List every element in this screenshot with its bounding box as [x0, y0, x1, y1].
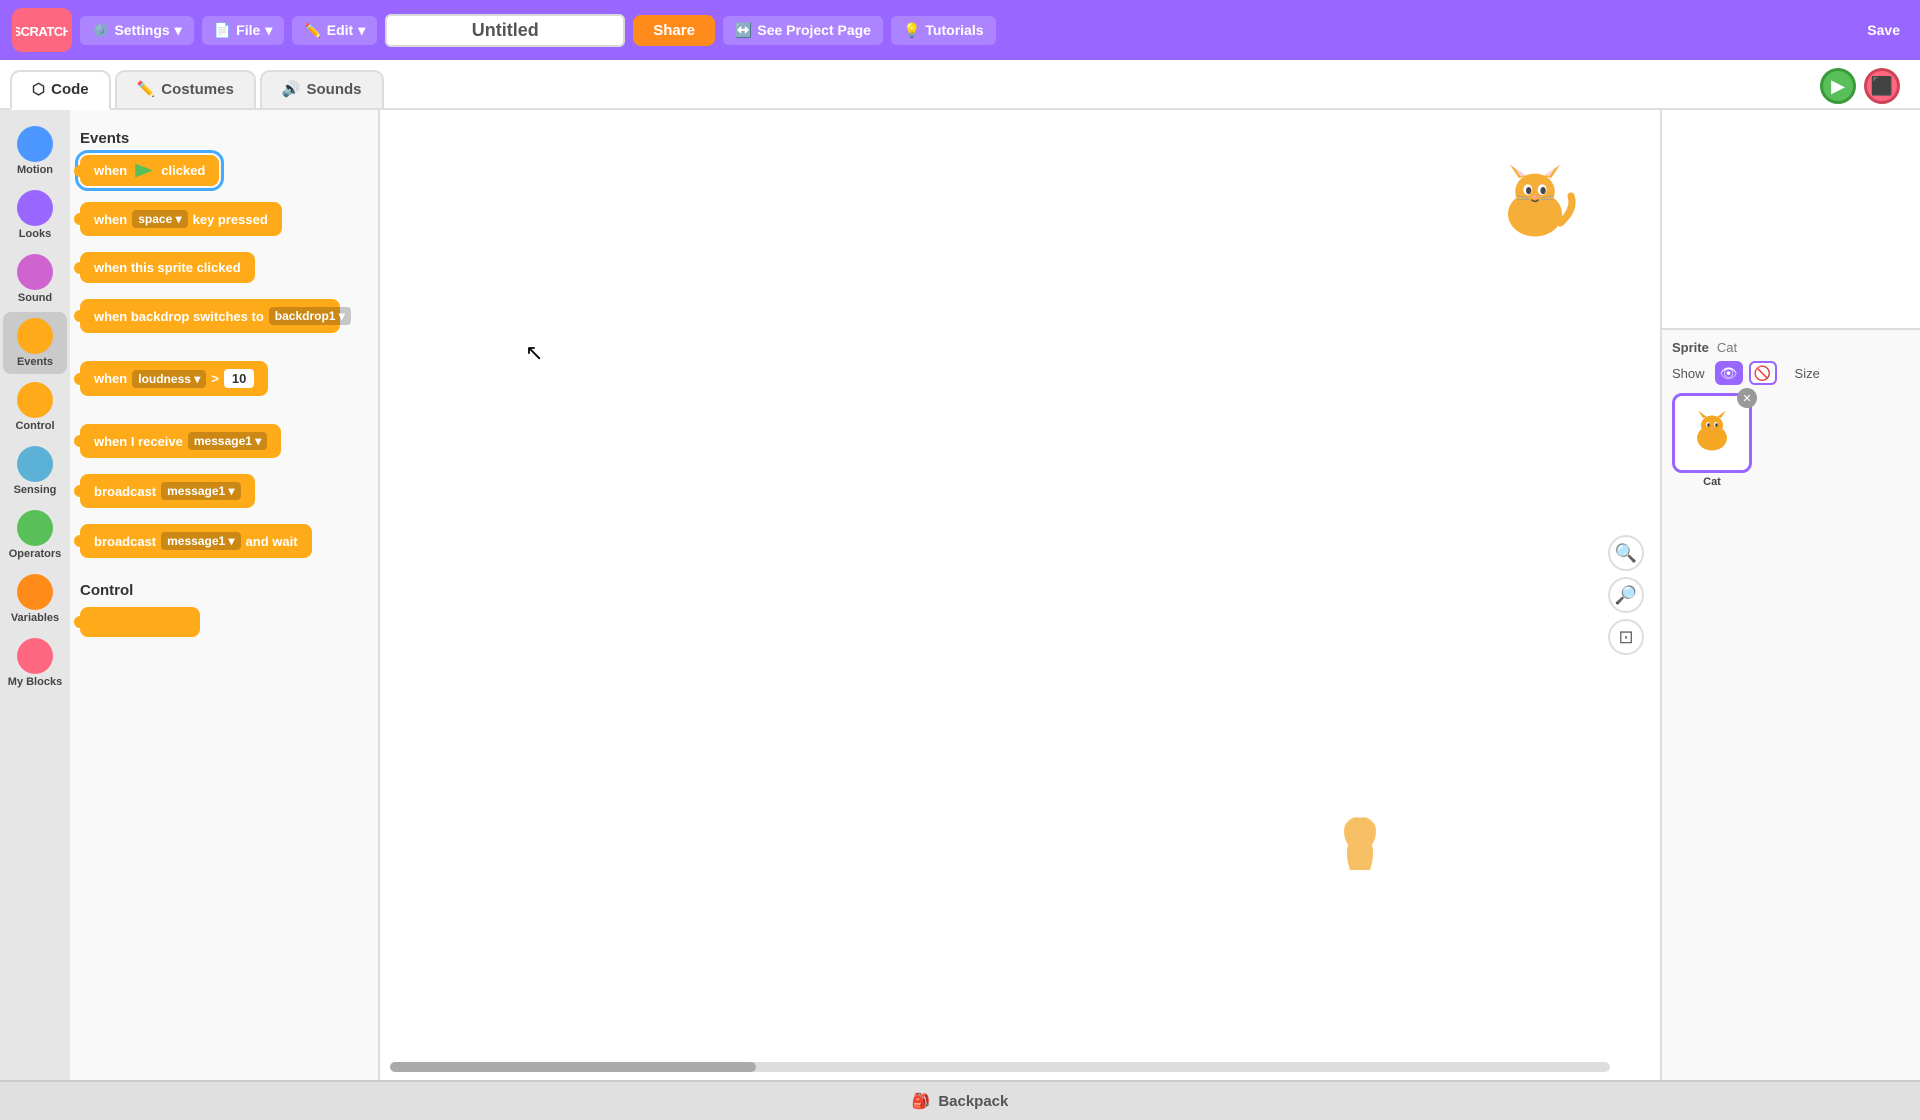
edit-button[interactable]: ✏️ Edit ▾ — [292, 16, 377, 45]
tab-sounds[interactable]: 🔊 Sounds — [260, 70, 384, 108]
file-icon: 📄 — [214, 22, 231, 39]
events-label: Events — [17, 356, 53, 368]
sound-dot — [17, 254, 53, 290]
sensing-dot — [17, 446, 53, 482]
block-broadcast-wait[interactable]: broadcast message1 ▾ and wait — [80, 524, 312, 558]
main-content: Motion Looks Sound Events Control Sensin… — [0, 110, 1920, 1080]
save-status: Save — [1867, 22, 1900, 38]
sidebar-item-operators[interactable]: Operators — [3, 504, 67, 566]
block-when-loudness[interactable]: when loudness ▾ > 10 — [80, 361, 268, 396]
sprite-label-row: Sprite Cat — [1672, 340, 1910, 355]
canvas-controls: 🔍 🔎 ⊡ — [1608, 535, 1644, 655]
settings-chevron-icon: ▾ — [175, 22, 182, 39]
events-section-header: Events — [80, 130, 368, 147]
operators-label: Operators — [9, 548, 62, 560]
sidebar-item-looks[interactable]: Looks — [3, 184, 67, 246]
events-dot — [17, 318, 53, 354]
categories-sidebar: Motion Looks Sound Events Control Sensin… — [0, 110, 70, 1080]
sensing-label: Sensing — [14, 484, 57, 496]
zoom-in-button[interactable]: 🔍 — [1608, 535, 1644, 571]
stage-edge-decoration — [1340, 810, 1380, 880]
sprite-delete-button[interactable]: ✕ — [1737, 388, 1757, 408]
sidebar-item-events[interactable]: Events — [3, 312, 67, 374]
sidebar-item-motion[interactable]: Motion — [3, 120, 67, 182]
stop-button[interactable]: ⬛ — [1864, 68, 1900, 104]
cursor-indicator: ↖ — [525, 340, 543, 366]
see-project-button[interactable]: ↔️ See Project Page — [723, 16, 883, 45]
block-when-sprite-clicked[interactable]: when this sprite clicked — [80, 252, 255, 283]
motion-label: Motion — [17, 164, 53, 176]
topbar: SCRATCH ⚙️ Settings ▾ 📄 File ▾ ✏️ Edit ▾… — [0, 0, 1920, 60]
control-dot — [17, 382, 53, 418]
control-label: Control — [15, 420, 54, 432]
backpack-bar[interactable]: 🎒 Backpack — [0, 1080, 1920, 1120]
scratch-cat-sprite — [1490, 160, 1580, 269]
canvas-horizontal-scrollbar[interactable] — [390, 1062, 1610, 1072]
fit-button[interactable]: ⊡ — [1608, 619, 1644, 655]
motion-dot — [17, 126, 53, 162]
canvas-area[interactable]: 🔍 🔎 ⊡ ↖ — [380, 110, 1660, 1080]
zoom-out-icon: 🔎 — [1615, 585, 1637, 606]
file-chevron-icon: ▾ — [265, 22, 272, 39]
file-button[interactable]: 📄 File ▾ — [202, 16, 285, 45]
sounds-icon: 🔊 — [282, 80, 301, 98]
sound-label: Sound — [18, 292, 52, 304]
green-flag-button[interactable]: ▶ — [1820, 68, 1856, 104]
sidebar-item-sound[interactable]: Sound — [3, 248, 67, 310]
zoom-in-icon: 🔍 — [1615, 543, 1637, 564]
tabbar: ⬡ Code ✏️ Costumes 🔊 Sounds ▶ ⬛ — [0, 60, 1920, 110]
show-visible-button[interactable]: 👁 — [1715, 361, 1743, 385]
operators-dot — [17, 510, 53, 546]
see-project-icon: ↔️ — [735, 22, 752, 39]
playback-controls: ▶ ⬛ — [1820, 68, 1900, 104]
sprite-info-panel: Sprite Cat Show 👁 🚫 Size ✕ — [1662, 330, 1920, 1080]
stage-panel: Sprite Cat Show 👁 🚫 Size ✕ — [1660, 110, 1920, 1080]
looks-dot — [17, 190, 53, 226]
sprite-card-cat[interactable]: ✕ Cat — [1672, 393, 1752, 488]
canvas-scrollbar-thumb[interactable] — [390, 1062, 756, 1072]
block-when-backdrop-switches[interactable]: when backdrop switches to backdrop1 ▾ — [80, 299, 340, 333]
sprite-name-tag: Cat — [1703, 476, 1721, 488]
blocks-panel: Events when clicked when space ▾ key pre… — [70, 110, 380, 1080]
sidebar-item-control[interactable]: Control — [3, 376, 67, 438]
sprite-list: ✕ Cat — [1672, 393, 1910, 488]
code-icon: ⬡ — [32, 80, 45, 98]
backpack-icon: 🎒 — [912, 1092, 931, 1110]
variables-dot — [17, 574, 53, 610]
block-broadcast[interactable]: broadcast message1 ▾ — [80, 474, 255, 508]
block-control-placeholder[interactable] — [80, 607, 200, 637]
tutorials-icon: 💡 — [903, 22, 920, 39]
edit-icon: ✏️ — [304, 22, 321, 39]
tab-code[interactable]: ⬡ Code — [10, 70, 111, 110]
edit-chevron-icon: ▾ — [358, 22, 365, 39]
sidebar-item-variables[interactable]: Variables — [3, 568, 67, 630]
fit-icon: ⊡ — [1618, 627, 1633, 648]
svg-text:SCRATCH: SCRATCH — [16, 24, 68, 39]
variables-label: Variables — [11, 612, 59, 624]
settings-icon: ⚙️ — [92, 22, 109, 39]
zoom-out-button[interactable]: 🔎 — [1608, 577, 1644, 613]
tutorials-button[interactable]: 💡 Tutorials — [891, 16, 996, 45]
sidebar-item-sensing[interactable]: Sensing — [3, 440, 67, 502]
share-button[interactable]: Share — [633, 15, 715, 46]
show-controls: Show 👁 🚫 Size — [1672, 361, 1910, 385]
control-section-header: Control — [80, 582, 368, 599]
green-flag-small-icon — [135, 164, 153, 178]
scratch-logo[interactable]: SCRATCH — [12, 8, 72, 52]
settings-button[interactable]: ⚙️ Settings ▾ — [80, 16, 194, 45]
project-name-input[interactable] — [385, 14, 625, 47]
sidebar-item-myblocks[interactable]: My Blocks — [3, 632, 67, 694]
looks-label: Looks — [19, 228, 51, 240]
tab-costumes[interactable]: ✏️ Costumes — [115, 70, 256, 108]
block-when-key-pressed[interactable]: when space ▾ key pressed — [80, 202, 282, 236]
block-when-receive[interactable]: when I receive message1 ▾ — [80, 424, 281, 458]
block-when-flag-clicked[interactable]: when clicked — [80, 155, 219, 186]
costumes-icon: ✏️ — [137, 80, 156, 98]
show-hidden-button[interactable]: 🚫 — [1749, 361, 1777, 385]
myblocks-label: My Blocks — [8, 676, 62, 688]
myblocks-dot — [17, 638, 53, 674]
stage-view[interactable] — [1662, 110, 1920, 330]
